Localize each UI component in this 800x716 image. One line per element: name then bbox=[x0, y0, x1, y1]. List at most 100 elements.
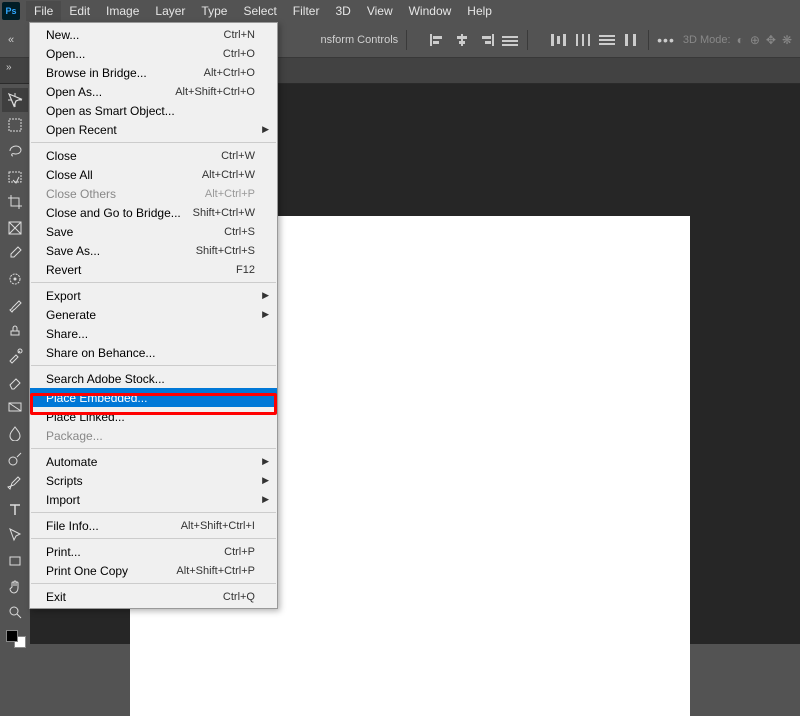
menubar-item-select[interactable]: Select bbox=[235, 1, 284, 21]
menu-separator bbox=[31, 365, 276, 366]
menu-item-exit[interactable]: ExitCtrl+Q bbox=[30, 587, 277, 606]
tool-type[interactable] bbox=[2, 498, 28, 522]
tool-blur[interactable] bbox=[2, 421, 28, 445]
menu-item-share[interactable]: Share... bbox=[30, 324, 277, 343]
menu-item-search-adobe-stock[interactable]: Search Adobe Stock... bbox=[30, 369, 277, 388]
menu-item-new[interactable]: New...Ctrl+N bbox=[30, 25, 277, 44]
menubar-item-layer[interactable]: Layer bbox=[147, 1, 193, 21]
menu-item-save-as[interactable]: Save As...Shift+Ctrl+S bbox=[30, 241, 277, 260]
tool-marquee[interactable] bbox=[2, 114, 28, 138]
scale-icon[interactable]: ❋ bbox=[782, 33, 792, 47]
tool-history-brush[interactable] bbox=[2, 344, 28, 368]
menubar-item-image[interactable]: Image bbox=[98, 1, 147, 21]
menu-item-open[interactable]: Open...Ctrl+O bbox=[30, 44, 277, 63]
menu-item-print[interactable]: Print...Ctrl+P bbox=[30, 542, 277, 561]
menubar-item-view[interactable]: View bbox=[359, 1, 401, 21]
menu-item-import[interactable]: Import▶ bbox=[30, 490, 277, 509]
tool-frame[interactable] bbox=[2, 216, 28, 240]
menu-shortcut: Alt+Shift+Ctrl+I bbox=[181, 520, 255, 532]
menu-item-place-embedded[interactable]: Place Embedded... bbox=[30, 388, 277, 407]
menu-item-close-all[interactable]: Close AllAlt+Ctrl+W bbox=[30, 165, 277, 184]
tab-toggle-icon[interactable]: » bbox=[6, 62, 12, 73]
menu-label: Generate bbox=[46, 308, 255, 322]
menu-item-close-others: Close OthersAlt+Ctrl+P bbox=[30, 184, 277, 203]
menu-item-generate[interactable]: Generate ▶ bbox=[30, 305, 277, 324]
menu-item-export[interactable]: Export▶ bbox=[30, 286, 277, 305]
tool-object-select[interactable] bbox=[2, 165, 28, 189]
menu-label: Open As... bbox=[46, 85, 175, 99]
menubar-item-3d[interactable]: 3D bbox=[327, 1, 358, 21]
submenu-arrow-icon: ▶ bbox=[262, 475, 269, 486]
menu-label: File Info... bbox=[46, 519, 181, 533]
menu-label: Share on Behance... bbox=[46, 346, 255, 360]
menu-item-close-and-go-to-bridge[interactable]: Close and Go to Bridge...Shift+Ctrl+W bbox=[30, 203, 277, 222]
tool-lasso[interactable] bbox=[2, 139, 28, 163]
tool-spot-heal[interactable] bbox=[2, 267, 28, 291]
menu-item-file-info[interactable]: File Info...Alt+Shift+Ctrl+I bbox=[30, 516, 277, 535]
menu-label: Exit bbox=[46, 590, 223, 604]
menu-shortcut: Alt+Shift+Ctrl+P bbox=[176, 565, 255, 577]
menubar-item-filter[interactable]: Filter bbox=[285, 1, 328, 21]
menu-shortcut: Ctrl+P bbox=[224, 546, 255, 558]
menu-item-open-recent[interactable]: Open Recent▶ bbox=[30, 120, 277, 139]
submenu-arrow-icon: ▶ bbox=[262, 290, 269, 301]
menubar-item-type[interactable]: Type bbox=[193, 1, 235, 21]
align-justify-icon[interactable] bbox=[501, 33, 519, 47]
distribute-top-icon[interactable] bbox=[550, 33, 568, 47]
tool-move[interactable] bbox=[2, 88, 28, 112]
tool-hand[interactable] bbox=[2, 575, 28, 599]
distribute-h-icon[interactable] bbox=[598, 33, 616, 47]
color-swatches[interactable] bbox=[6, 630, 24, 644]
menubar-item-window[interactable]: Window bbox=[401, 1, 460, 21]
distribute-bottom-icon[interactable] bbox=[622, 33, 640, 47]
more-options-icon[interactable]: ••• bbox=[657, 32, 675, 48]
menu-label: Save bbox=[46, 225, 224, 239]
align-right-icon[interactable] bbox=[477, 33, 495, 47]
menu-label: Print One Copy bbox=[46, 564, 176, 578]
menubar-item-help[interactable]: Help bbox=[459, 1, 500, 21]
align-center-h-icon[interactable] bbox=[453, 33, 471, 47]
tool-gradient[interactable] bbox=[2, 396, 28, 420]
menu-shortcut: Ctrl+O bbox=[223, 48, 255, 60]
menubar-item-edit[interactable]: Edit bbox=[61, 1, 98, 21]
menu-label: Browse in Bridge... bbox=[46, 66, 204, 80]
tool-clone-stamp[interactable] bbox=[2, 319, 28, 343]
tool-brush[interactable] bbox=[2, 293, 28, 317]
menu-shortcut: Alt+Shift+Ctrl+O bbox=[175, 86, 255, 98]
menubar-item-file[interactable]: File bbox=[26, 1, 61, 21]
app-icon: Ps bbox=[2, 2, 20, 20]
tool-dodge[interactable] bbox=[2, 447, 28, 471]
menu-item-open-as[interactable]: Open As...Alt+Shift+Ctrl+O bbox=[30, 82, 277, 101]
pan-icon[interactable]: ⊕ bbox=[750, 33, 760, 47]
distribute-v-icon[interactable] bbox=[574, 33, 592, 47]
menu-item-share-on-behance[interactable]: Share on Behance... bbox=[30, 343, 277, 362]
menu-label: Automate bbox=[46, 455, 255, 469]
menu-item-revert[interactable]: RevertF12 bbox=[30, 260, 277, 279]
tool-pen[interactable] bbox=[2, 472, 28, 496]
menu-item-scripts[interactable]: Scripts▶ bbox=[30, 471, 277, 490]
menu-item-place-linked[interactable]: Place Linked... bbox=[30, 407, 277, 426]
orbit-icon[interactable]: ◐ bbox=[737, 33, 744, 47]
tool-path-select[interactable] bbox=[2, 524, 28, 548]
menu-separator bbox=[31, 583, 276, 584]
menu-label: Import bbox=[46, 493, 255, 507]
menu-item-close[interactable]: CloseCtrl+W bbox=[30, 146, 277, 165]
menu-item-automate[interactable]: Automate▶ bbox=[30, 452, 277, 471]
tool-eyedropper[interactable] bbox=[2, 242, 28, 266]
slide-icon[interactable]: ✥ bbox=[766, 33, 776, 47]
menu-item-print-one-copy[interactable]: Print One CopyAlt+Shift+Ctrl+P bbox=[30, 561, 277, 580]
align-left-icon[interactable] bbox=[429, 33, 447, 47]
menu-item-browse-in-bridge[interactable]: Browse in Bridge...Alt+Ctrl+O bbox=[30, 63, 277, 82]
menu-label: Share... bbox=[46, 327, 255, 341]
tool-crop[interactable] bbox=[2, 191, 28, 215]
menu-item-open-as-smart-object[interactable]: Open as Smart Object... bbox=[30, 101, 277, 120]
menu-label: Open... bbox=[46, 47, 223, 61]
menu-separator bbox=[31, 282, 276, 283]
tool-rectangle[interactable] bbox=[2, 549, 28, 573]
tool-zoom[interactable] bbox=[2, 601, 28, 625]
submenu-arrow-icon: ▶ bbox=[262, 309, 269, 320]
menu-item-save[interactable]: SaveCtrl+S bbox=[30, 222, 277, 241]
menu-shortcut: Ctrl+Q bbox=[223, 591, 255, 603]
tool-eraser[interactable] bbox=[2, 370, 28, 394]
options-toggle-icon[interactable]: « bbox=[8, 34, 14, 46]
